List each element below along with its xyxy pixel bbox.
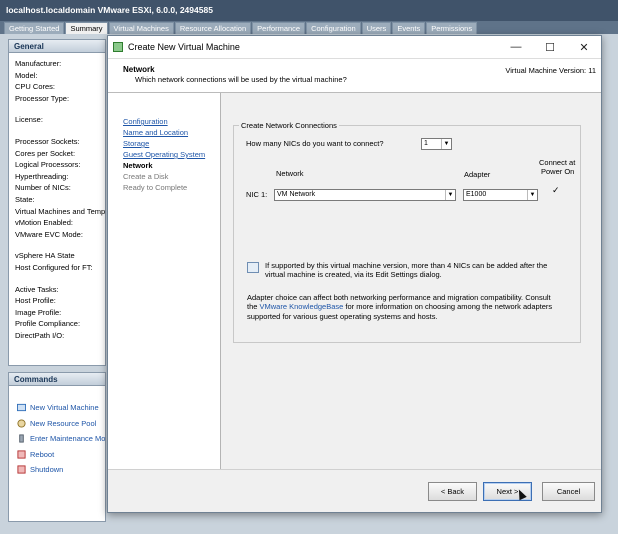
connect-column-header-line2: Power On bbox=[541, 167, 575, 176]
step-configuration[interactable]: Configuration bbox=[123, 117, 220, 128]
nic1-network-value: VM Network bbox=[277, 191, 316, 198]
general-property-label bbox=[15, 127, 105, 137]
command-reboot[interactable]: Reboot bbox=[17, 447, 105, 463]
connect-column-header-line1: Connect at bbox=[539, 158, 576, 167]
tab-events[interactable]: Events bbox=[392, 22, 426, 34]
chevron-down-icon: ▼ bbox=[527, 190, 537, 200]
command-new-virtual-machine[interactable]: New Virtual Machine bbox=[17, 400, 105, 416]
general-property-label bbox=[15, 241, 105, 251]
nic-count-label: How many NICs do you want to connect? bbox=[246, 139, 384, 148]
general-panel-title: General bbox=[9, 40, 105, 53]
nic-count-value: 1 bbox=[424, 140, 428, 147]
step-storage[interactable]: Storage bbox=[123, 139, 220, 150]
vm-app-icon bbox=[113, 42, 123, 52]
general-property-label: Virtual Machines and Templates: bbox=[15, 206, 105, 216]
maximize-icon[interactable]: ☐ bbox=[533, 41, 567, 54]
command-shutdown[interactable]: Shutdown bbox=[17, 462, 105, 478]
commands-panel-title: Commands bbox=[9, 373, 105, 386]
adapter-column-header: Adapter bbox=[464, 170, 491, 179]
dialog-header: Network Which network connections will b… bbox=[108, 59, 601, 93]
general-property-label: Image Profile: bbox=[15, 307, 62, 317]
step-ready-to-complete: Ready to Complete bbox=[123, 183, 188, 192]
general-property-label: CPU Cores: bbox=[15, 82, 56, 92]
general-property-label: vMotion Enabled: bbox=[15, 218, 73, 228]
general-property-label: Model: bbox=[15, 70, 38, 80]
general-property-label: State: bbox=[15, 194, 35, 204]
dialog-title-bar[interactable]: Create New Virtual Machine — ☐ ✕ bbox=[108, 36, 601, 59]
general-property-label bbox=[15, 275, 105, 285]
wizard-steps: Configuration Name and Location Storage … bbox=[108, 93, 221, 469]
general-property-label: Logical Processors: bbox=[15, 160, 81, 170]
nic-limit-note: If supported by this virtual machine ver… bbox=[265, 261, 548, 280]
dialog-body: Configuration Name and Location Storage … bbox=[108, 93, 601, 469]
cancel-button[interactable]: Cancel bbox=[542, 482, 595, 501]
general-property-label: Number of NICs: bbox=[15, 183, 71, 193]
nic1-adapter-select[interactable]: E1000 ▼ bbox=[463, 189, 538, 201]
vmware-knowledgebase-link[interactable]: VMware KnowledgeBase bbox=[260, 302, 344, 311]
maintenance-icon bbox=[19, 434, 24, 443]
info-icon bbox=[247, 262, 259, 273]
general-property-label: Profile Compliance: bbox=[15, 319, 81, 329]
host-title-bar: localhost.localdomain VMware ESXi, 6.0.0… bbox=[0, 0, 618, 21]
nic1-adapter-value: E1000 bbox=[466, 191, 487, 198]
general-property-label: Processor Type: bbox=[15, 93, 70, 103]
general-property-label: vSphere HA State bbox=[15, 251, 75, 261]
vm-version: Virtual Machine Version: 11 bbox=[505, 66, 596, 75]
general-property-label: Cores per Socket: bbox=[15, 148, 76, 158]
dialog-title: Create New Virtual Machine bbox=[128, 42, 240, 52]
resource-pool-icon bbox=[17, 419, 26, 428]
general-property-label: Host Profile: bbox=[15, 296, 56, 306]
general-property-label: Processor Sockets: bbox=[15, 136, 80, 146]
general-property-label: Active Tasks: bbox=[15, 284, 59, 294]
reboot-icon bbox=[17, 450, 26, 459]
nic-count-select[interactable]: 1 ▼ bbox=[421, 138, 452, 150]
tab-configuration[interactable]: Configuration bbox=[306, 22, 361, 34]
tab-summary[interactable]: Summary bbox=[65, 22, 108, 34]
host-title: localhost.localdomain VMware ESXi, 6.0.0… bbox=[6, 5, 213, 15]
general-property-label: Manufacturer: bbox=[15, 59, 62, 68]
step-network: Network bbox=[123, 161, 153, 170]
create-vm-dialog: Create New Virtual Machine — ☐ ✕ Network… bbox=[107, 35, 602, 513]
general-property-label: License: bbox=[15, 115, 43, 125]
network-connections-group: Create Network Connections How many NICs… bbox=[233, 121, 581, 343]
command-enter-maintenance-mode[interactable]: Enter Maintenance Mode bbox=[17, 431, 105, 447]
step-name-and-location[interactable]: Name and Location bbox=[123, 128, 220, 139]
command-new-resource-pool[interactable]: New Resource Pool bbox=[17, 416, 105, 432]
general-property-label: Host Configured for FT: bbox=[15, 262, 93, 272]
general-property-label: VMware EVC Mode: bbox=[15, 229, 83, 239]
general-panel: General Manufacturer: Model: CPU Cores: Pro… bbox=[8, 39, 106, 366]
group-title: Create Network Connections bbox=[239, 121, 339, 130]
nic1-connect-checkbox[interactable]: ✓ bbox=[552, 186, 560, 195]
general-property-label: DirectPath I/O: bbox=[15, 330, 65, 340]
general-properties: Manufacturer: Model: CPU Cores: Processor T… bbox=[9, 53, 105, 342]
page-subheading: Which network connections will be used b… bbox=[135, 75, 347, 84]
shutdown-icon bbox=[17, 465, 26, 474]
new-vm-icon bbox=[17, 404, 26, 412]
dialog-footer: < Back Next > Cancel bbox=[108, 469, 601, 512]
step-guest-operating-system[interactable]: Guest Operating System bbox=[123, 150, 220, 161]
general-property-label: Hyperthreading: bbox=[15, 171, 69, 181]
tab-resource-allocation[interactable]: Resource Allocation bbox=[174, 22, 252, 34]
tab-virtual-machines[interactable]: Virtual Machines bbox=[108, 22, 174, 34]
tab-getting-started[interactable]: Getting Started bbox=[4, 22, 65, 34]
network-column-header: Network bbox=[276, 169, 304, 178]
back-button[interactable]: < Back bbox=[428, 482, 477, 501]
minimize-icon[interactable]: — bbox=[499, 41, 533, 53]
commands-panel: Commands New Virtual Machine New Resourc… bbox=[8, 372, 106, 522]
adapter-choice-note: Adapter choice can affect both networkin… bbox=[247, 293, 553, 321]
close-icon[interactable]: ✕ bbox=[567, 41, 601, 54]
host-tab-bar: Getting Started Summary Virtual Machines… bbox=[0, 21, 618, 34]
tab-users[interactable]: Users bbox=[361, 22, 392, 34]
chevron-down-icon: ▼ bbox=[445, 190, 455, 200]
tab-performance[interactable]: Performance bbox=[252, 22, 306, 34]
nic1-network-select[interactable]: VM Network ▼ bbox=[274, 189, 456, 201]
step-create-a-disk: Create a Disk bbox=[123, 172, 169, 181]
general-property-label bbox=[15, 105, 105, 115]
tab-permissions[interactable]: Permissions bbox=[426, 22, 478, 34]
chevron-down-icon: ▼ bbox=[441, 139, 451, 149]
nic1-label: NIC 1: bbox=[246, 190, 268, 199]
